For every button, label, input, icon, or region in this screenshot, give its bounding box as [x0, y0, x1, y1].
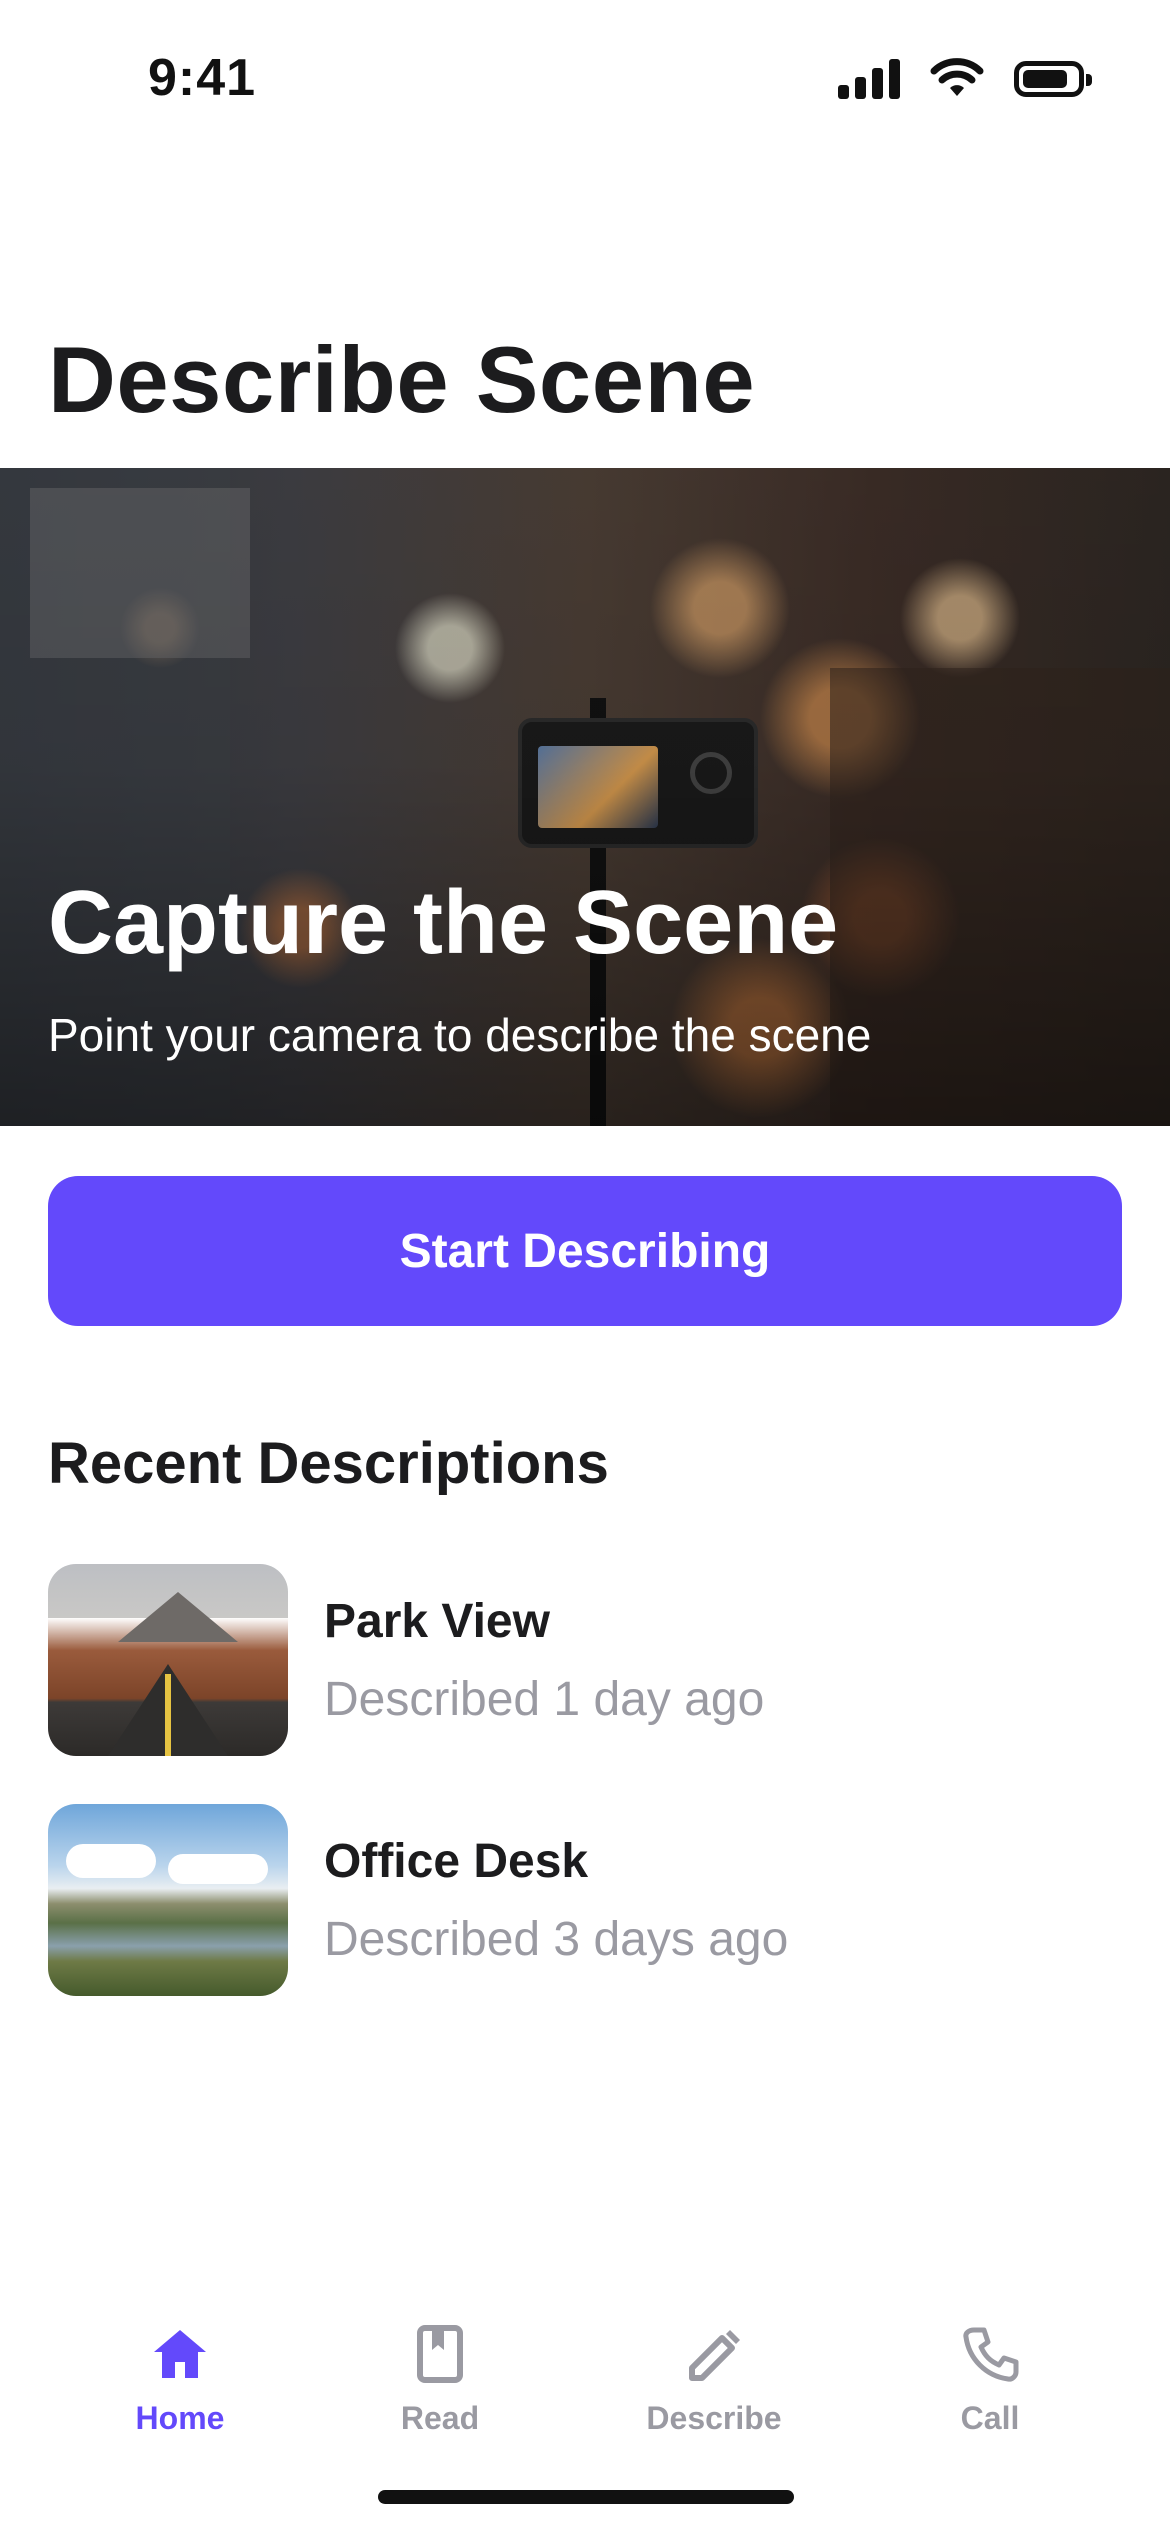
status-time: 9:41 — [148, 49, 257, 107]
status-bar: 9:41 — [0, 0, 1170, 160]
road-photo-thumbnail — [48, 1564, 288, 1756]
tab-call[interactable]: Call — [890, 2290, 1090, 2450]
cloud-shape — [66, 1844, 156, 1878]
phone-icon — [963, 2327, 1019, 2382]
item-title: Office Desk — [324, 1835, 589, 1888]
lake-photo-thumbnail — [48, 1804, 288, 1996]
tab-label: Call — [960, 2400, 1020, 2436]
tab-home[interactable]: Home — [80, 2290, 280, 2450]
tab-read[interactable]: Read — [340, 2290, 540, 2450]
tab-label: Read — [400, 2400, 480, 2436]
start-describing-button[interactable]: Start Describing — [48, 1176, 1122, 1326]
hero-banner: Capture the Scene Point your camera to d… — [0, 468, 1170, 1126]
describe-scene-screen: 9:41 Describe Scene Capture the Scene Po… — [0, 0, 1170, 2532]
tab-describe[interactable]: Describe — [614, 2290, 814, 2450]
list-item[interactable]: Park View Described 1 day ago — [48, 1564, 1122, 1756]
road-line — [165, 1674, 171, 1756]
hero-title: Capture the Scene — [48, 873, 839, 973]
mountain-shape — [118, 1592, 238, 1642]
pencil-icon — [689, 2330, 740, 2381]
item-subtitle: Described 1 day ago — [324, 1673, 765, 1726]
item-subtitle: Described 3 days ago — [324, 1913, 789, 1966]
tab-label: Home — [135, 2400, 225, 2436]
status-icons — [838, 58, 1092, 100]
item-title: Park View — [324, 1595, 550, 1648]
signal-icon — [838, 59, 900, 99]
tab-bar: Home Read Describe Call — [0, 2290, 1170, 2450]
list-item[interactable]: Office Desk Described 3 days ago — [48, 1804, 1122, 1996]
recent-descriptions-title: Recent Descriptions — [48, 1431, 609, 1496]
page-title: Describe Scene — [48, 327, 756, 432]
battery-icon — [1014, 61, 1092, 97]
tab-label: Describe — [646, 2400, 782, 2436]
hero-subtitle: Point your camera to describe the scene — [48, 1009, 872, 1061]
cloud-shape — [168, 1854, 268, 1884]
home-indicator — [378, 2490, 794, 2504]
home-icon — [154, 2330, 206, 2378]
book-icon — [417, 2325, 463, 2383]
wifi-icon — [930, 58, 984, 96]
